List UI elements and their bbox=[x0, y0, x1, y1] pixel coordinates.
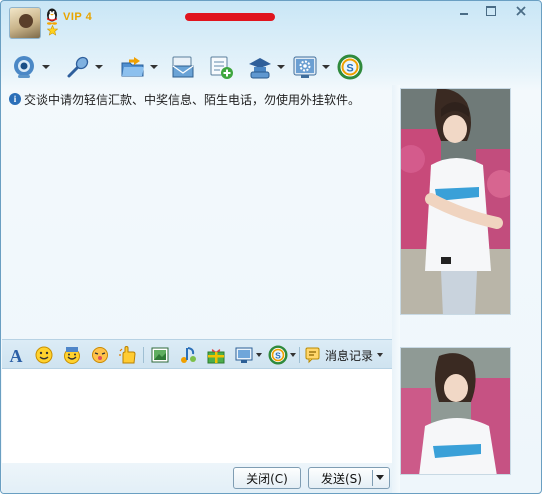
vip-badge: VIP 4 bbox=[63, 11, 93, 23]
input-toolbar: A S 消息记录 bbox=[2, 339, 392, 369]
qq-penguin-icon bbox=[47, 8, 57, 25]
chevron-down-icon[interactable] bbox=[377, 353, 384, 357]
my-show-photo bbox=[400, 347, 511, 475]
main-toolbar: S bbox=[1, 51, 401, 85]
security-notice-text: 交谈中请勿轻信汇款、中奖信息、陌生电话，勿使用外挂软件。 bbox=[24, 92, 361, 107]
screenshot-button[interactable] bbox=[234, 344, 263, 366]
gift-button[interactable] bbox=[206, 344, 226, 366]
create-group-icon bbox=[207, 53, 235, 81]
music-icon bbox=[178, 345, 198, 365]
send-button[interactable]: 发送(S) bbox=[308, 467, 390, 489]
email-button[interactable] bbox=[169, 51, 197, 83]
close-icon bbox=[516, 6, 526, 16]
microphone-icon bbox=[64, 53, 92, 81]
contact-show-photo bbox=[400, 88, 511, 315]
settings-icon bbox=[291, 53, 319, 81]
webcam-icon bbox=[11, 53, 39, 81]
soso-search-button[interactable]: S bbox=[268, 344, 297, 366]
maximize-button[interactable] bbox=[478, 3, 504, 19]
message-input[interactable] bbox=[2, 369, 392, 463]
svg-text:A: A bbox=[10, 346, 23, 365]
send-image-button[interactable] bbox=[150, 344, 170, 366]
screenshot-dropdown[interactable] bbox=[256, 353, 263, 357]
send-button-label: 发送(S) bbox=[321, 471, 362, 486]
svg-text:S: S bbox=[275, 351, 281, 361]
screenshot-icon bbox=[234, 345, 254, 365]
message-history-label: 消息记录 bbox=[325, 348, 374, 363]
soso-search-icon: S bbox=[268, 345, 288, 365]
contact-name-redacted bbox=[185, 13, 275, 21]
shake-icon bbox=[90, 345, 110, 365]
svg-text:S: S bbox=[346, 63, 353, 75]
create-group-button[interactable] bbox=[207, 51, 235, 83]
user-avatar[interactable] bbox=[9, 7, 41, 39]
file-transfer-button[interactable] bbox=[119, 51, 158, 83]
message-history-icon bbox=[305, 347, 320, 364]
emoticon-button[interactable] bbox=[34, 344, 54, 366]
app-share-dropdown[interactable] bbox=[277, 63, 285, 71]
security-notice: i 交谈中请勿轻信汇款、中奖信息、陌生电话，勿使用外挂软件。 bbox=[9, 91, 360, 107]
magic-emoticon-button[interactable] bbox=[62, 344, 82, 366]
panel-divider bbox=[392, 85, 400, 493]
webcam-button[interactable] bbox=[11, 51, 50, 83]
shake-window-button[interactable] bbox=[90, 344, 110, 366]
message-history-button[interactable]: 消息记录 bbox=[304, 344, 384, 366]
toolbar-separator bbox=[143, 347, 144, 363]
settings-button[interactable] bbox=[291, 51, 330, 83]
vibrate-hand-icon bbox=[118, 345, 138, 365]
emoticon-icon bbox=[34, 345, 54, 365]
image-icon bbox=[150, 345, 170, 365]
app-share-icon bbox=[246, 53, 274, 81]
magic-emoticon-icon bbox=[62, 345, 82, 365]
soso-icon: S bbox=[336, 53, 364, 81]
voice-button[interactable] bbox=[64, 51, 103, 83]
voice-dropdown[interactable] bbox=[95, 63, 103, 71]
font-icon: A bbox=[6, 345, 26, 365]
soso-dropdown[interactable] bbox=[290, 353, 297, 357]
minimize-button[interactable] bbox=[451, 3, 477, 19]
folder-transfer-icon bbox=[119, 53, 147, 81]
app-share-button[interactable] bbox=[246, 51, 285, 83]
toolbar-separator bbox=[299, 347, 300, 363]
music-button[interactable] bbox=[178, 344, 198, 366]
chat-history-area[interactable] bbox=[2, 85, 392, 339]
gift-icon bbox=[206, 345, 226, 365]
send-split-divider bbox=[372, 470, 373, 486]
star-icon bbox=[47, 25, 58, 36]
soso-button[interactable]: S bbox=[336, 51, 364, 83]
chat-window: VIP 4 S i 交谈中请勿轻信汇款、中奖信息、陌生电话，勿使用外挂软件。 A… bbox=[0, 0, 542, 494]
email-icon bbox=[169, 53, 197, 81]
close-window-button[interactable] bbox=[508, 3, 534, 19]
font-button[interactable]: A bbox=[6, 344, 26, 366]
send-options-dropdown[interactable] bbox=[376, 475, 384, 480]
vibrate-button[interactable] bbox=[118, 344, 138, 366]
webcam-dropdown[interactable] bbox=[42, 63, 50, 71]
file-transfer-dropdown[interactable] bbox=[150, 63, 158, 71]
settings-dropdown[interactable] bbox=[322, 63, 330, 71]
close-button[interactable]: 关闭(C) bbox=[233, 467, 301, 489]
info-icon: i bbox=[9, 93, 21, 105]
